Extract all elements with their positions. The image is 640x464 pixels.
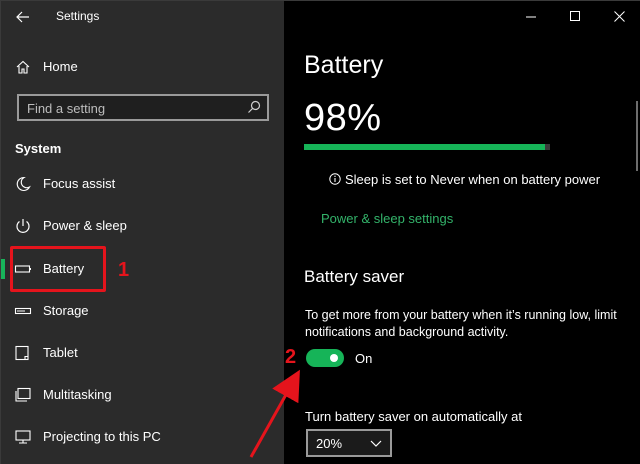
maximize-icon <box>569 10 580 21</box>
section-heading: System <box>15 141 62 156</box>
sidebar-item-power-sleep[interactable]: Power & sleep <box>1 208 284 244</box>
sidebar-item-label: Power & sleep <box>43 218 127 233</box>
annotation-number-1: 1 <box>118 259 130 281</box>
main-panel: Battery 98% Sleep is set to Never when o… <box>284 1 640 464</box>
battery-saver-heading: Battery saver <box>304 267 405 286</box>
toggle-knob <box>330 354 338 362</box>
titlebar: Settings <box>1 1 284 33</box>
multitasking-icon <box>15 387 31 402</box>
sidebar-item-label: Projecting to this PC <box>43 429 161 444</box>
settings-window: Settings Home System Focus assist <box>0 0 640 464</box>
sidebar-item-label: Multitasking <box>43 387 112 402</box>
dropdown-value: 20% <box>316 436 343 451</box>
battery-level-fill <box>304 144 546 150</box>
minimize-icon <box>525 16 536 17</box>
annotation-number-2: 2 <box>285 346 297 368</box>
battery-percentage: 98% <box>304 97 382 139</box>
back-button[interactable] <box>11 6 35 28</box>
toggle-state-label: On <box>355 351 373 366</box>
search-icon[interactable] <box>247 100 261 114</box>
sidebar-item-label: Focus assist <box>43 176 116 191</box>
sidebar-item-multitasking[interactable]: Multitasking <box>1 377 284 413</box>
battery-level-bar <box>304 144 550 150</box>
minimize-button[interactable] <box>509 1 553 31</box>
sleep-note-text: Sleep is set to Never when on battery po… <box>345 172 601 187</box>
close-button[interactable] <box>597 1 640 31</box>
power-icon <box>16 219 30 233</box>
battery-saver-description: To get more from your battery when it’s … <box>305 308 617 339</box>
close-icon <box>613 10 625 22</box>
auto-threshold-dropdown[interactable]: 20% <box>306 429 392 457</box>
info-icon <box>329 173 341 185</box>
home-label: Home <box>43 59 78 74</box>
auto-battery-saver-label: Turn battery saver on automatically at <box>305 409 523 424</box>
home-icon <box>16 60 30 74</box>
annotation-highlight-box <box>10 246 106 292</box>
moon-icon <box>16 176 31 191</box>
projecting-icon <box>15 430 31 444</box>
sidebar: Settings Home System Focus assist <box>1 1 284 464</box>
sleep-note: Sleep is set to Never when on battery po… <box>329 172 600 187</box>
back-arrow-icon <box>16 11 29 23</box>
page-title: Battery <box>304 51 384 79</box>
storage-icon <box>14 307 32 315</box>
maximize-button[interactable] <box>553 1 597 31</box>
power-sleep-settings-link[interactable]: Power & sleep settings <box>321 211 453 226</box>
sidebar-item-storage[interactable]: Storage <box>1 293 284 329</box>
sidebar-item-home[interactable]: Home <box>1 53 284 81</box>
sidebar-item-tablet[interactable]: Tablet <box>1 335 284 371</box>
battery-saver-toggle[interactable] <box>306 349 344 367</box>
search-input[interactable] <box>27 99 237 117</box>
window-controls <box>509 1 640 33</box>
sidebar-item-label: Storage <box>43 303 89 318</box>
app-title: Settings <box>56 9 100 23</box>
search-box[interactable] <box>17 94 269 121</box>
scrollbar[interactable] <box>636 101 638 171</box>
sidebar-item-focus-assist[interactable]: Focus assist <box>1 166 284 202</box>
sidebar-item-projecting[interactable]: Projecting to this PC <box>1 419 284 455</box>
active-indicator <box>1 259 5 279</box>
sidebar-item-label: Tablet <box>43 345 78 360</box>
chevron-down-icon <box>370 440 382 447</box>
tablet-icon <box>15 345 29 361</box>
